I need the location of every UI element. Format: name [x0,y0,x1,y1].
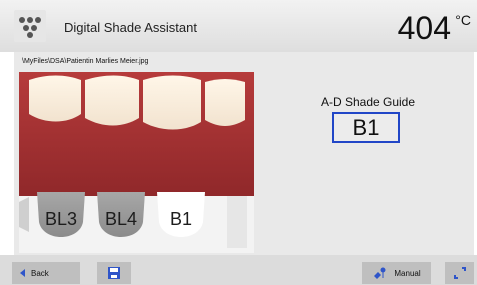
temperature-value: 404 [397,10,451,46]
manual-label: Manual [394,268,421,278]
shade-result-box: B1 [332,112,400,143]
save-icon [106,265,122,281]
tab-label-bl3: BL3 [45,209,77,229]
shade-photo: BL3 BL4 B1 [19,72,254,253]
header-bar: Digital Shade Assistant 404 °C [0,0,477,52]
shade-result: B1 [352,114,380,140]
app-title: Digital Shade Assistant [64,20,197,35]
tab-label-bl4: BL4 [105,209,137,229]
save-button[interactable] [97,262,131,284]
back-button[interactable]: Back [12,262,80,284]
expand-button[interactable] [445,262,474,284]
back-label: Back [31,268,49,278]
temperature-unit: °C [455,12,471,28]
manual-button[interactable]: Manual [362,262,431,284]
tab-label-b1: B1 [170,209,192,229]
shade-guide-label: A-D Shade Guide [320,95,416,109]
expand-icon [452,265,468,281]
back-arrow-icon [18,268,27,278]
manual-icon [372,266,388,280]
file-path: \MyFiles\DSA\Patientin Marlies Meier.jpg [22,58,149,65]
teeth-grid-icon [14,10,46,42]
